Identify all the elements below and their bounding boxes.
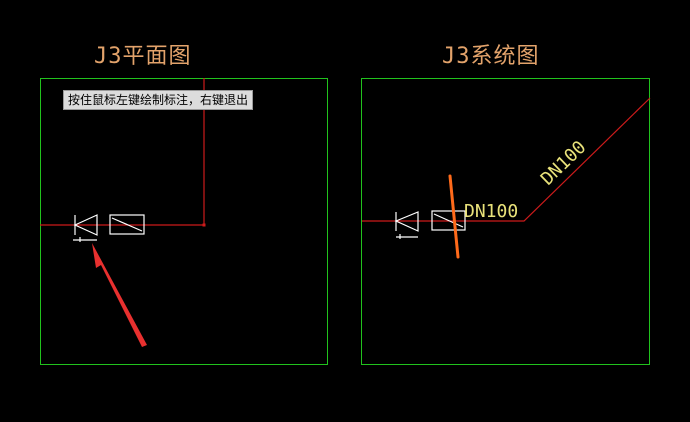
command-tooltip: 按住鼠标左键绘制标注，右键退出 (63, 90, 254, 110)
pipe-label-horizontal: DN100 (464, 201, 518, 222)
system-view[interactable]: DN100 DN100 (361, 78, 651, 365)
red-arrow-icon (92, 243, 147, 347)
system-view-title: J3系统图 (442, 44, 540, 69)
check-valve-icon[interactable] (394, 211, 419, 239)
plan-pipe-node (202, 223, 206, 227)
check-valve-icon[interactable] (73, 214, 98, 242)
annotation-stroke[interactable] (448, 174, 460, 259)
plan-view-title: J3平面图 (94, 44, 192, 69)
plan-view[interactable] (40, 78, 328, 365)
